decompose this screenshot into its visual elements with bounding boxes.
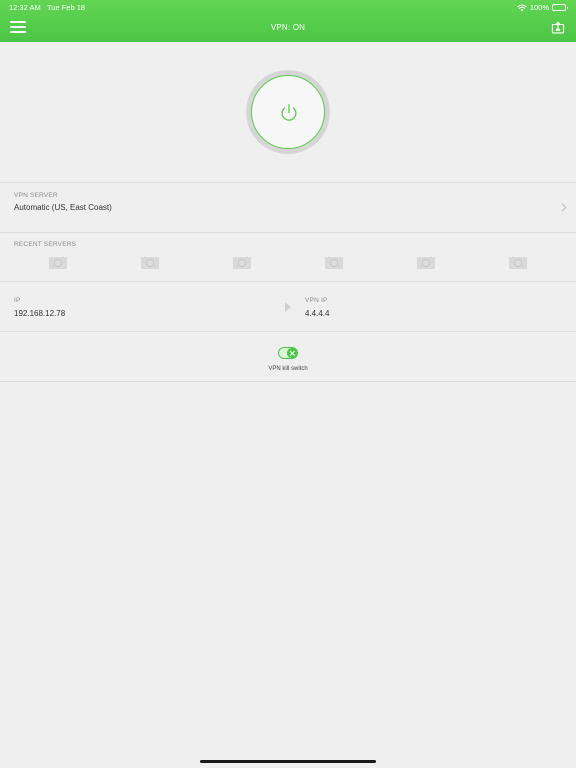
vpn-server-label: VPN SERVER (14, 192, 58, 199)
close-icon (289, 350, 295, 356)
status-date: Tue Feb 18 (46, 3, 86, 12)
kill-switch-toggle[interactable] (278, 347, 298, 359)
power-button[interactable] (251, 75, 325, 149)
battery-percent: 100% (529, 3, 549, 12)
vpn-ip-value: 4.4.4.4 (305, 309, 330, 318)
vpn-server-row[interactable]: VPN SERVER Automatic (US, East Coast) (0, 183, 576, 232)
home-indicator[interactable] (200, 760, 376, 763)
recent-server-flag-icon[interactable] (49, 257, 67, 269)
power-area (0, 42, 576, 182)
power-button-ring (246, 70, 330, 154)
kill-switch-row: VPN kill switch (0, 332, 576, 381)
power-icon (281, 104, 297, 121)
status-bar: 12:32 AM Tue Feb 18 100% (0, 0, 576, 14)
recent-server-flag-icon[interactable] (233, 257, 251, 269)
vpn-server-value: Automatic (US, East Coast) (14, 203, 112, 212)
recent-server-flag-icon[interactable] (141, 257, 159, 269)
status-time-date: 12:32 AM Tue Feb 18 (9, 3, 85, 12)
recent-server-flag-icon[interactable] (417, 257, 435, 269)
recent-servers-section: RECENT SERVERS (0, 233, 576, 281)
ip-label: IP (14, 297, 21, 304)
vpn-ip-label: VPN IP (305, 297, 328, 304)
nav-title: VPN: ON (270, 23, 306, 32)
wifi-icon (517, 4, 527, 11)
chevron-right-icon (561, 203, 567, 212)
ip-value: 192.168.12.78 (14, 309, 66, 318)
share-icon[interactable] (551, 21, 565, 35)
recent-servers-label: RECENT SERVERS (14, 241, 77, 248)
app-header: 12:32 AM Tue Feb 18 100% VPN: ON (0, 0, 576, 42)
arrow-right-icon (285, 302, 291, 312)
recent-server-flag-icon[interactable] (509, 257, 527, 269)
status-indicators: 100% (517, 3, 568, 12)
battery-icon (552, 4, 568, 11)
divider (0, 381, 576, 382)
ip-row: IP 192.168.12.78 VPN IP 4.4.4.4 (0, 282, 576, 331)
status-time: 12:32 AM (9, 3, 41, 12)
kill-switch-label: VPN kill switch (268, 366, 308, 372)
recent-server-flag-icon[interactable] (325, 257, 343, 269)
nav-bar: VPN: ON (0, 14, 576, 42)
